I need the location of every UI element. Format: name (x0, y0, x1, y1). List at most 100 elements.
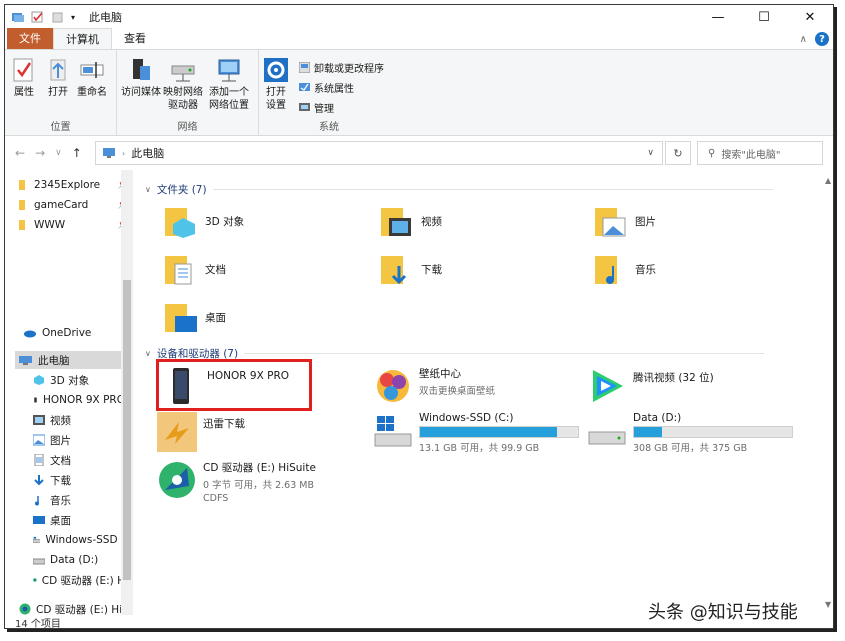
qat-dropdown-icon[interactable]: ▾ (71, 13, 75, 22)
sidebar-item-2345explore[interactable]: 2345Explore📌 (19, 176, 129, 194)
ribbon-collapse-icon[interactable]: ∧ (800, 34, 807, 45)
folder-icon (19, 180, 25, 190)
uninstall-programs-button[interactable]: 卸载或更改程序 (299, 60, 384, 75)
window-controls: — ☐ ✕ (695, 5, 833, 29)
storage-usage-bar (633, 426, 793, 438)
documents-folder-icon (165, 256, 192, 285)
system-properties-button[interactable]: 系统属性 (299, 80, 354, 95)
maximize-button[interactable]: ☐ (741, 5, 787, 29)
desktop-folder-icon (165, 304, 197, 332)
map-network-drive-button[interactable]: 映射网络 驱动器 (163, 56, 203, 112)
item-count: 14 个项目 (15, 619, 61, 629)
pictures-folder-icon (595, 208, 626, 237)
system-properties-icon (299, 83, 310, 91)
tab-view[interactable]: 查看 (112, 28, 158, 49)
folder-videos[interactable]: 视频 (379, 204, 442, 238)
sidebar-item-data-d[interactable]: Data (D:) (33, 551, 125, 569)
video-icon (33, 415, 45, 425)
open-settings-button[interactable]: 打开 设置 (263, 56, 289, 112)
sidebar-item-videos[interactable]: 视频 (33, 411, 125, 429)
app-tencent-video[interactable]: 腾讯视频 (32 位) (587, 366, 714, 406)
media-server-icon (133, 59, 150, 80)
group-network: 访问媒体 映射网络 驱动器 添加一个 网络位置 网络 (117, 50, 259, 136)
section-divider (212, 189, 773, 190)
chevron-down-icon: ∨ (145, 185, 151, 194)
folder-3d-objects[interactable]: 3D 对象 (163, 204, 244, 238)
search-box[interactable]: ⚲ 搜索"此电脑" (697, 141, 823, 165)
navigation-scrollbar[interactable] (121, 170, 133, 615)
back-button[interactable]: ← (15, 146, 25, 160)
sidebar-item-documents[interactable]: 文档 (33, 451, 125, 469)
tab-file[interactable]: 文件 (7, 28, 53, 49)
close-button[interactable]: ✕ (787, 5, 833, 29)
address-bar[interactable]: › 此电脑 ∨ (95, 141, 663, 165)
app-wallpaper-center[interactable]: 壁纸中心 双击更换桌面壁纸 (373, 366, 495, 406)
breadcrumb-separator-icon: › (122, 148, 126, 158)
app-thunder-download[interactable]: 迅雷下载 (157, 412, 245, 452)
scrollbar-thumb[interactable] (123, 280, 131, 580)
sidebar-item-music[interactable]: 音乐 (33, 491, 125, 509)
open-button[interactable]: 打开 (45, 56, 71, 99)
chevron-down-icon: ∨ (145, 349, 151, 358)
sidebar-item-onedrive[interactable]: OneDrive (23, 324, 133, 342)
search-input[interactable]: 搜索"此电脑" (721, 146, 780, 161)
up-button[interactable]: ↑ (72, 146, 82, 160)
thunder-download-icon (157, 412, 197, 452)
properties-icon (13, 58, 33, 82)
refresh-button[interactable]: ↻ (665, 141, 691, 165)
forward-button[interactable]: → (35, 146, 45, 160)
sidebar-item-cd-drive[interactable]: CD 驱动器 (E:) H (33, 571, 125, 589)
folder-icon (19, 220, 25, 230)
manage-button[interactable]: 管理 (299, 100, 334, 115)
properties-button[interactable]: 属性 (11, 56, 37, 99)
sidebar-item-pictures[interactable]: 图片 (33, 431, 125, 449)
desktop-icon (33, 516, 45, 524)
folder-desktop[interactable]: 桌面 (163, 300, 226, 334)
sidebar-item-www[interactable]: WWW📌 (19, 216, 129, 234)
folder-downloads[interactable]: 下载 (379, 252, 442, 286)
sidebar-item-honor[interactable]: HONOR 9X PRO (33, 391, 125, 409)
add-network-location-button[interactable]: 添加一个 网络位置 (209, 56, 249, 112)
sidebar-item-gamecard[interactable]: gameCard📌 (19, 196, 129, 214)
sidebar-item-windows-ssd[interactable]: Windows-SSD ( (33, 531, 125, 549)
folders-section-header[interactable]: ∨ 文件夹 (7) (145, 182, 773, 197)
rename-icon (80, 62, 104, 78)
hisuite-icon (159, 462, 195, 498)
tab-computer[interactable]: 计算机 (53, 28, 112, 49)
recent-locations-button[interactable]: ∨ (55, 148, 62, 158)
sidebar-item-downloads[interactable]: 下载 (33, 471, 125, 489)
drive-icon (33, 558, 45, 565)
help-icon[interactable]: ? (815, 32, 829, 46)
explorer-window: ▾ 此电脑 — ☐ ✕ 文件 计算机 查看 ∧ ? 属性 打开 重命名 位置 访… (4, 4, 834, 629)
document-icon (34, 454, 44, 466)
drive-cd-hisuite[interactable]: CD 驱动器 (E:) HiSuite 0 字节 可用，共 2.63 MB CD… (157, 460, 316, 504)
breadcrumb[interactable]: 此电脑 (131, 145, 164, 161)
minimize-button[interactable]: — (695, 5, 741, 29)
folder-documents[interactable]: 文档 (163, 252, 226, 286)
scroll-up-icon[interactable]: ▲ (825, 176, 831, 185)
scroll-down-icon[interactable]: ▼ (825, 600, 831, 609)
properties-check-icon[interactable] (31, 11, 45, 23)
watermark: 头条 @知识与技能 (648, 602, 798, 623)
storage-usage-fill (634, 427, 663, 437)
open-icon (50, 59, 66, 81)
folder-music[interactable]: 音乐 (593, 252, 656, 286)
sidebar-item-thispc[interactable]: 此电脑 (15, 351, 123, 369)
content-scrollbar[interactable]: ▲ ▼ (823, 170, 833, 615)
3d-objects-icon (34, 375, 44, 385)
network-location-icon (218, 59, 240, 82)
rename-button[interactable]: 重命名 (77, 56, 107, 99)
highlight-box (156, 359, 312, 411)
group-label-network: 网络 (177, 122, 198, 133)
new-folder-icon[interactable] (51, 11, 65, 23)
address-dropdown-icon[interactable]: ∨ (647, 148, 654, 158)
sidebar-item-desktop[interactable]: 桌面 (33, 511, 125, 529)
windows-drive-icon (374, 416, 412, 447)
drive-data-d[interactable]: Data (D:) 308 GB 可用，共 375 GB (587, 412, 793, 454)
drive-windows-ssd[interactable]: Windows-SSD (C:) 13.1 GB 可用，共 99.9 GB (373, 412, 579, 454)
sidebar-item-3d-objects[interactable]: 3D 对象 (33, 371, 125, 389)
wallpaper-center-icon (377, 370, 409, 402)
folder-pictures[interactable]: 图片 (593, 204, 656, 238)
group-location: 属性 打开 重命名 位置 (5, 50, 117, 136)
access-media-button[interactable]: 访问媒体 (121, 56, 161, 99)
